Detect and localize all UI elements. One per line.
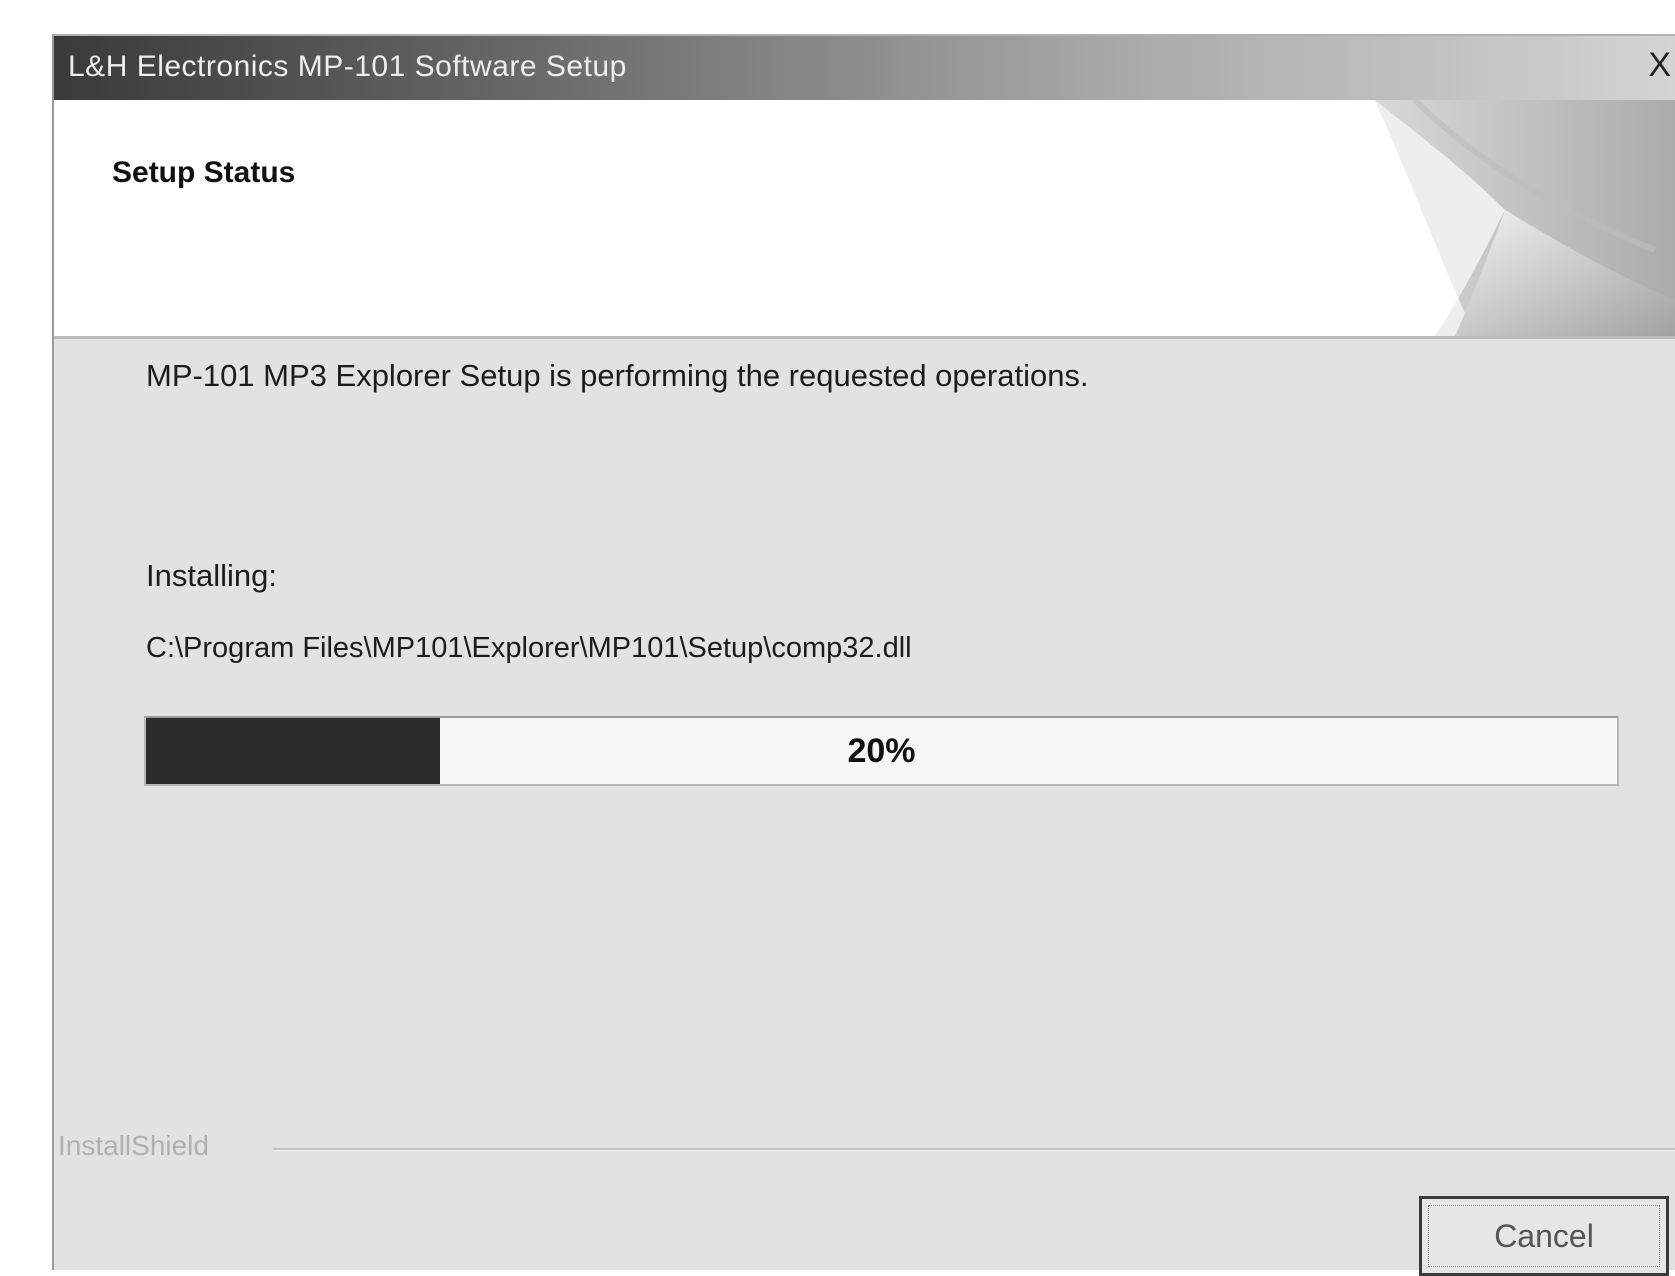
- current-file-path: C:\Program Files\MP101\Explorer\MP101\Se…: [146, 632, 912, 664]
- divider-rule: [273, 1148, 1675, 1151]
- installing-label: Installing:: [146, 558, 277, 593]
- installshield-brand: InstallShield: [58, 1130, 221, 1162]
- installshield-divider: InstallShield: [58, 1130, 1675, 1170]
- close-icon[interactable]: X: [1648, 46, 1671, 85]
- scan-margin: [0, 0, 1675, 34]
- status-message: MP-101 MP3 Explorer Setup is performing …: [146, 358, 1089, 393]
- page-curl-icon: [1375, 100, 1675, 336]
- window-title: L&H Electronics MP-101 Software Setup: [68, 50, 627, 83]
- progress-percent: 20%: [847, 732, 916, 770]
- page-title: Setup Status: [112, 156, 296, 189]
- cancel-button[interactable]: Cancel: [1419, 1196, 1669, 1276]
- cancel-button-label: Cancel: [1494, 1217, 1594, 1254]
- progress-bar: 20%: [144, 716, 1619, 786]
- title-bar[interactable]: L&H Electronics MP-101 Software Setup X: [54, 36, 1675, 100]
- setup-window: L&H Electronics MP-101 Software Setup X …: [52, 34, 1675, 1276]
- header-panel: Setup Status: [54, 100, 1675, 339]
